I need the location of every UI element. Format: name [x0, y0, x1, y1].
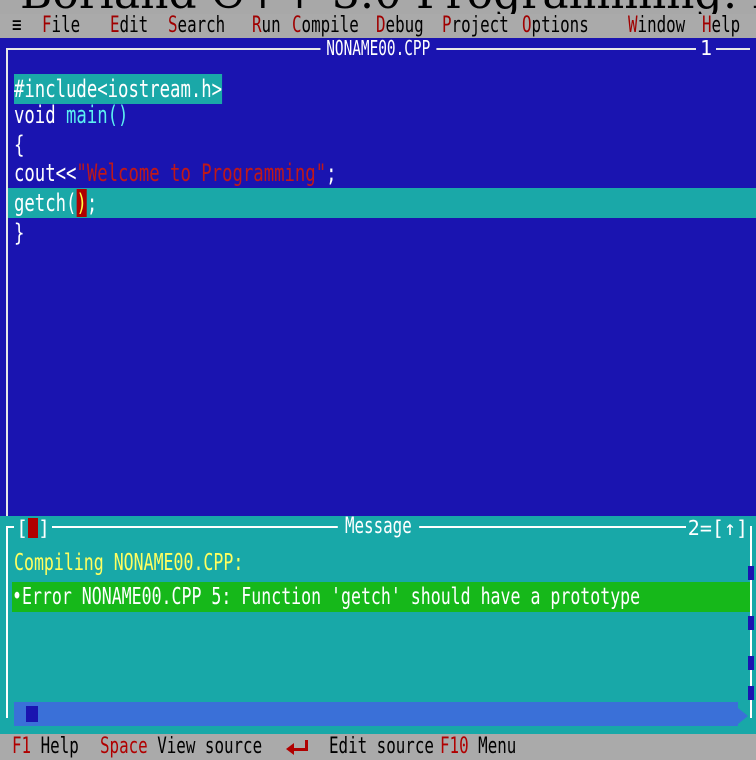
- message-window-number[interactable]: 2=[↑]: [685, 518, 750, 538]
- text-cursor: ): [76, 189, 87, 217]
- menu-file[interactable]: File: [42, 14, 95, 38]
- menu-compile[interactable]: Compile: [292, 14, 385, 38]
- vertical-scrollbar[interactable]: [748, 566, 754, 700]
- menu-edit[interactable]: Edit: [110, 14, 163, 38]
- code-line-6[interactable]: }: [14, 218, 28, 248]
- code-line-4[interactable]: cout<<"Welcome to Programming";: [14, 158, 462, 188]
- code-line-2[interactable]: void main(): [14, 100, 173, 130]
- code-line-3[interactable]: {: [14, 130, 28, 160]
- menu-search[interactable]: Search: [168, 14, 247, 38]
- editor-window-number: 1: [695, 38, 716, 58]
- horizontal-scrollbar[interactable]: [14, 702, 738, 726]
- menu-project[interactable]: Project: [442, 14, 535, 38]
- menu-help[interactable]: Help: [702, 14, 755, 38]
- close-icon[interactable]: [28, 518, 39, 538]
- status-bar: F1 Help Space View source Edit source F1…: [0, 734, 756, 760]
- scroll-right-arrow-icon[interactable]: [738, 708, 748, 724]
- message-title: Message: [0, 516, 756, 538]
- editor-window[interactable]: NONAME00.CPP 1 #include<iostream.h> void…: [0, 38, 756, 520]
- close-window-button[interactable]: []: [14, 518, 53, 538]
- menu-bar: ≡ File Edit Search Run Compile Debug Pro…: [0, 14, 756, 38]
- code-line-5[interactable]: getch();: [14, 188, 130, 218]
- enter-arrow-icon: [286, 740, 308, 755]
- menu-run[interactable]: Run: [252, 14, 292, 38]
- overlay-caption: Borland C++ 3.0 Programming: Include: [0, 0, 756, 14]
- menu-window[interactable]: Window: [628, 14, 707, 38]
- menu-options[interactable]: Options: [522, 14, 615, 38]
- editor-title: NONAME00.CPP: [0, 38, 756, 58]
- scroll-thumb[interactable]: [26, 706, 38, 722]
- message-compiling[interactable]: Compiling NONAME00.CPP:: [14, 548, 333, 578]
- status-f10-menu[interactable]: F10 Menu: [440, 734, 546, 760]
- status-f1-help[interactable]: F1 Help: [12, 734, 105, 760]
- message-error-line[interactable]: •Error NONAME00.CPP 5: Function 'getch' …: [12, 582, 750, 612]
- message-window[interactable]: Message [] 2=[↑] Compiling NONAME00.CPP:…: [0, 516, 756, 734]
- system-menu-icon[interactable]: ≡: [12, 14, 25, 38]
- menu-debug[interactable]: Debug: [376, 14, 442, 38]
